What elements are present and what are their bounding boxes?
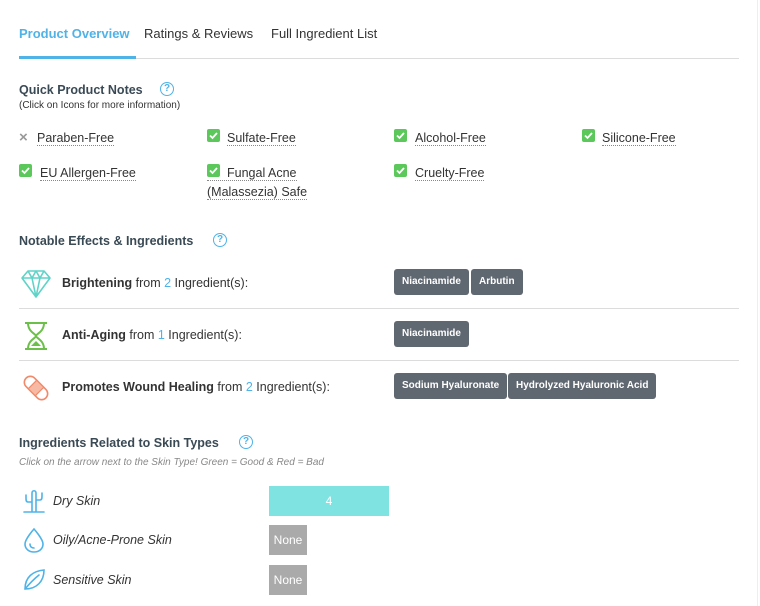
effect-row-wound-healing[interactable]: Promotes Wound Healing from 2 Ingredient… <box>19 361 739 413</box>
skin-row-dry[interactable]: Dry Skin 4 <box>19 486 419 518</box>
effect-row-brightening[interactable]: Brightening from 2 Ingredient(s): Niacin… <box>19 257 739 309</box>
note-eu-allergen-free[interactable]: EU Allergen-Free <box>19 164 136 183</box>
note-silicone-free[interactable]: Silicone-Free <box>582 129 676 148</box>
note-sulfate-free[interactable]: Sulfate-Free <box>207 129 296 148</box>
note-fungal-acne-safe[interactable]: Fungal Acne (Malassezia) Safe <box>207 164 308 202</box>
effect-text: Promotes Wound Healing from 2 Ingredient… <box>62 380 330 394</box>
check-icon <box>207 164 220 177</box>
ingredient-tag-niacinamide[interactable]: Niacinamide <box>394 269 469 295</box>
check-icon <box>582 129 595 142</box>
tab-product-overview[interactable]: Product Overview <box>19 26 130 41</box>
from-word: from <box>135 276 161 290</box>
check-icon <box>207 129 220 142</box>
tab-bar: Product Overview Ratings & Reviews Full … <box>19 0 739 59</box>
ingredient-tag-arbutin[interactable]: Arbutin <box>471 269 523 295</box>
note-label: Paraben-Free <box>37 131 115 146</box>
skin-types-subtitle: Click on the arrow next to the Skin Type… <box>19 457 324 468</box>
ingredient-suffix: Ingredient(s): <box>168 328 242 342</box>
note-label: Fungal Acne <box>207 166 297 181</box>
quick-notes-subtitle: (Click on Icons for more information) <box>19 100 181 111</box>
leaf-icon <box>24 569 45 590</box>
note-label: EU Allergen-Free <box>40 166 136 181</box>
note-cruelty-free[interactable]: Cruelty-Free <box>394 164 485 183</box>
ingredient-tag-niacinamide[interactable]: Niacinamide <box>394 321 469 347</box>
ingredient-tag-sodium-hyaluronate[interactable]: Sodium Hyaluronate <box>394 373 508 399</box>
quick-notes-title: Quick Product Notes <box>19 83 143 97</box>
ingredient-count[interactable]: 2 <box>164 276 171 290</box>
note-label-line2: (Malassezia) Safe <box>207 185 308 200</box>
ingredient-suffix: Ingredient(s): <box>174 276 249 290</box>
effect-text: Anti-Aging from 1 Ingredient(s): <box>62 328 242 342</box>
effect-name: Promotes Wound Healing <box>62 380 214 394</box>
quick-notes-help-icon[interactable]: ? <box>160 82 174 96</box>
ingredient-suffix: Ingredient(s): <box>256 380 330 394</box>
skin-types-help-icon[interactable]: ? <box>239 435 253 449</box>
effect-name: Brightening <box>62 276 133 290</box>
note-alcohol-free[interactable]: Alcohol-Free <box>394 129 486 148</box>
effect-text: Brightening from 2 Ingredient(s): <box>62 276 248 290</box>
note-label: Cruelty-Free <box>415 166 485 181</box>
effects-title: Notable Effects & Ingredients <box>19 234 194 248</box>
skin-count-bar[interactable]: None <box>269 565 307 595</box>
check-icon <box>394 129 407 142</box>
note-label: Sulfate-Free <box>227 131 296 146</box>
note-paraben-free[interactable]: × Paraben-Free <box>19 129 115 148</box>
ingredient-count[interactable]: 1 <box>158 328 165 342</box>
skin-type-label: Dry Skin <box>53 494 101 508</box>
tab-full-ingredient-list[interactable]: Full Ingredient List <box>271 26 377 41</box>
cactus-icon <box>23 489 45 513</box>
skin-type-label: Sensitive Skin <box>53 573 132 587</box>
check-icon <box>19 164 32 177</box>
product-overview-card: Product Overview Ratings & Reviews Full … <box>0 0 758 606</box>
x-icon: × <box>19 129 28 146</box>
active-tab-indicator <box>19 56 136 59</box>
tab-ratings-reviews[interactable]: Ratings & Reviews <box>144 26 253 41</box>
effect-name: Anti-Aging <box>62 328 126 342</box>
check-icon <box>394 164 407 177</box>
skin-count-bar[interactable]: 4 <box>269 486 389 516</box>
hourglass-icon <box>25 322 47 350</box>
droplet-icon <box>24 527 44 553</box>
skin-row-sensitive[interactable]: Sensitive Skin None <box>19 565 419 597</box>
skin-count-bar[interactable]: None <box>269 525 307 555</box>
skin-types-title: Ingredients Related to Skin Types <box>19 436 219 450</box>
from-word: from <box>129 328 155 342</box>
from-word: from <box>217 380 243 394</box>
skin-type-label: Oily/Acne-Prone Skin <box>53 533 172 547</box>
note-label: Alcohol-Free <box>415 131 486 146</box>
effects-help-icon[interactable]: ? <box>213 233 227 247</box>
skin-row-oily[interactable]: Oily/Acne-Prone Skin None <box>19 525 419 557</box>
ingredient-count[interactable]: 2 <box>246 380 253 394</box>
bandage-icon <box>23 375 49 401</box>
effect-row-anti-aging[interactable]: Anti-Aging from 1 Ingredient(s): Niacina… <box>19 309 739 361</box>
note-label: Silicone-Free <box>602 131 676 146</box>
diamond-icon <box>21 270 51 298</box>
ingredient-tag-hydrolyzed-hyaluronic-acid[interactable]: Hydrolyzed Hyaluronic Acid <box>508 373 657 399</box>
